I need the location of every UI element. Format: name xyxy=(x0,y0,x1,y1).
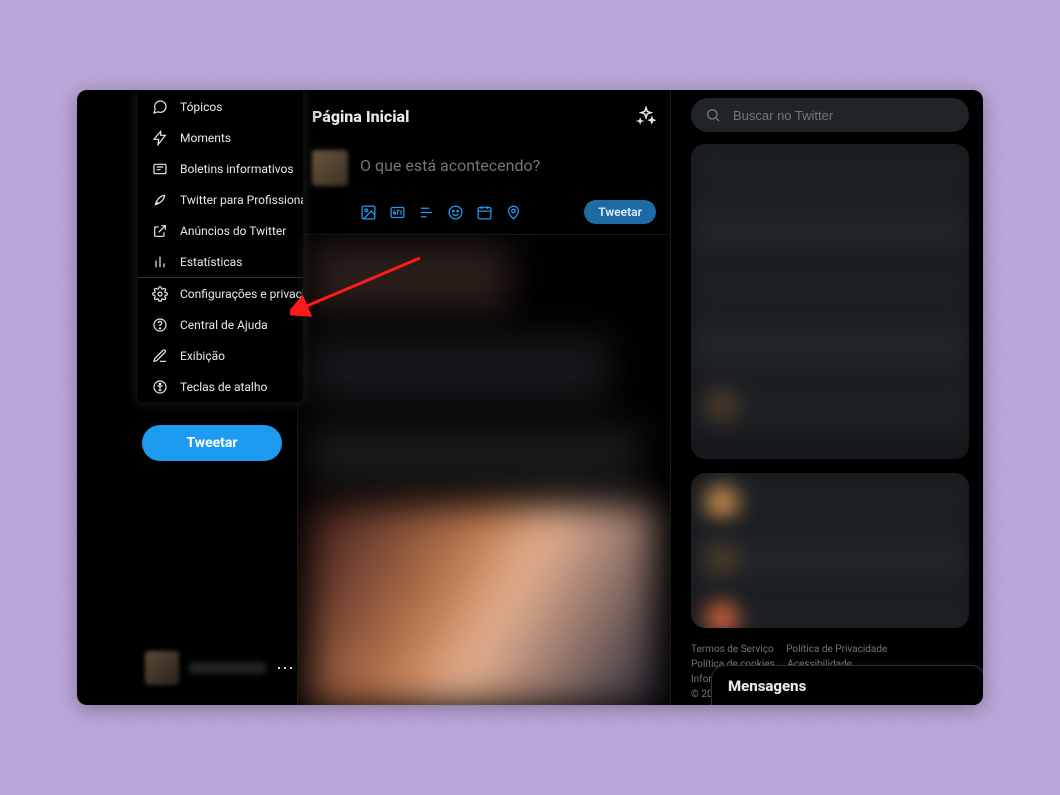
menu-item-topics[interactable]: Tópicos xyxy=(138,91,303,122)
footer-terms[interactable]: Termos de Serviço xyxy=(691,644,774,655)
rocket-icon xyxy=(152,192,168,208)
blurred-panel-row xyxy=(691,260,969,318)
menu-item-label: Tópicos xyxy=(180,100,222,114)
external-link-icon xyxy=(152,223,168,239)
blurred-panel-row xyxy=(691,473,969,531)
menu-item-label: Exibição xyxy=(180,349,225,363)
tweet-button-label: Tweetar xyxy=(186,435,237,451)
who-to-follow-panel[interactable] xyxy=(691,473,969,628)
menu-item-label: Central de Ajuda xyxy=(180,318,268,332)
chat-bubble-icon xyxy=(152,99,168,115)
menu-item-newsletters[interactable]: Boletins informativos xyxy=(138,153,303,184)
search-icon xyxy=(705,107,721,123)
menu-item-analytics[interactable]: Estatísticas xyxy=(138,246,303,277)
schedule-icon[interactable] xyxy=(476,204,493,221)
tweet-submit-label: Tweetar xyxy=(598,205,642,219)
blurred-panel-row xyxy=(691,202,969,260)
search-box[interactable] xyxy=(691,98,969,132)
gif-icon[interactable] xyxy=(389,204,406,221)
help-icon xyxy=(152,317,168,333)
menu-item-settings-privacy[interactable]: Configurações e privacidade xyxy=(138,278,303,309)
gear-icon xyxy=(152,286,168,302)
messages-drawer[interactable]: Mensagens xyxy=(711,665,983,705)
app-window: Tópicos Moments Boletins informativos Tw… xyxy=(77,90,983,705)
bar-chart-icon xyxy=(152,254,168,270)
poll-icon[interactable] xyxy=(418,204,435,221)
left-sidebar: Tópicos Moments Boletins informativos Tw… xyxy=(77,90,297,705)
main-timeline: Página Inicial O que está acontecendo? xyxy=(297,90,671,705)
menu-item-label: Configurações e privacidade xyxy=(180,287,304,301)
menu-item-label: Estatísticas xyxy=(180,255,242,269)
more-menu-popup: Tópicos Moments Boletins informativos Tw… xyxy=(137,90,304,403)
menu-item-label: Teclas de atalho xyxy=(180,380,267,394)
blurred-tweet xyxy=(310,243,510,313)
menu-item-label: Anúncios do Twitter xyxy=(180,224,286,238)
menu-item-twitter-ads[interactable]: Anúncios do Twitter xyxy=(138,215,303,246)
image-icon[interactable] xyxy=(360,204,377,221)
menu-item-label: Moments xyxy=(180,131,231,145)
blurred-tweet xyxy=(310,335,610,405)
account-name-redacted xyxy=(189,662,266,674)
tweet-composer: O que está acontecendo? Tweetar xyxy=(298,142,670,235)
timeline-header: Página Inicial xyxy=(298,90,670,142)
page-title: Página Inicial xyxy=(312,107,409,126)
menu-item-label: Boletins informativos xyxy=(180,162,294,176)
edit-icon xyxy=(152,348,168,364)
menu-item-twitter-pro[interactable]: Twitter para Profissionais xyxy=(138,184,303,215)
composer-placeholder[interactable]: O que está acontecendo? xyxy=(360,150,540,175)
trends-panel[interactable] xyxy=(691,144,969,459)
blurred-tweet xyxy=(310,505,655,705)
timeline-feed[interactable] xyxy=(298,235,670,705)
account-switcher[interactable]: ⋯ xyxy=(137,646,303,690)
blurred-panel-row xyxy=(691,589,969,628)
footer-privacy[interactable]: Política de Privacidade xyxy=(786,644,887,655)
location-icon[interactable] xyxy=(505,204,522,221)
menu-item-label: Twitter para Profissionais xyxy=(180,193,304,207)
blurred-panel-row xyxy=(691,531,969,589)
menu-item-moments[interactable]: Moments xyxy=(138,122,303,153)
accessibility-icon xyxy=(152,379,168,395)
right-sidebar: Termos de Serviço Política de Privacidad… xyxy=(671,90,983,705)
menu-item-keyboard-shortcuts[interactable]: Teclas de atalho xyxy=(138,371,303,402)
blurred-panel-row xyxy=(691,144,969,202)
tweet-submit-button[interactable]: Tweetar xyxy=(584,200,656,224)
blurred-panel-row xyxy=(691,318,969,376)
emoji-icon[interactable] xyxy=(447,204,464,221)
messages-label: Mensagens xyxy=(728,677,806,695)
search-input[interactable] xyxy=(731,107,955,124)
sparkle-icon[interactable] xyxy=(636,106,656,126)
lightning-icon xyxy=(152,130,168,146)
menu-item-help-center[interactable]: Central de Ajuda xyxy=(138,309,303,340)
avatar xyxy=(312,150,348,186)
blurred-tweet xyxy=(310,425,640,485)
menu-item-display[interactable]: Exibição xyxy=(138,340,303,371)
avatar xyxy=(145,651,179,685)
more-icon: ⋯ xyxy=(276,658,295,679)
newsletter-icon xyxy=(152,161,168,177)
tweet-button[interactable]: Tweetar xyxy=(142,425,282,461)
blurred-panel-row xyxy=(691,376,969,434)
